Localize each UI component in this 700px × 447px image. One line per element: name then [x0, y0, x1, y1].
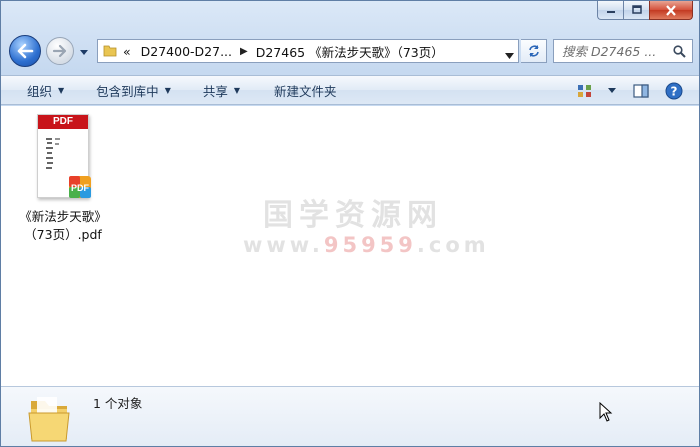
minimize-icon [606, 11, 615, 13]
svg-text:PDF: PDF [71, 183, 90, 193]
file-item[interactable]: PDF PDF 《新法步天歌》 （73页）.pdf [15, 114, 111, 244]
chevron-down-icon [505, 53, 514, 59]
change-view-button[interactable] [577, 84, 617, 98]
refresh-button[interactable] [521, 39, 547, 63]
pdf-label: PDF [38, 115, 88, 129]
share-label: 共享 [202, 83, 228, 99]
close-button[interactable] [649, 1, 693, 20]
chevron-down-icon: ▼ [164, 85, 171, 95]
address-overflow-chevron[interactable]: « [123, 44, 131, 59]
new-folder-label: 新建文件夹 [274, 83, 337, 99]
maximize-icon [631, 5, 642, 14]
folder-icon [28, 397, 70, 442]
chevron-down-icon: ▼ [233, 85, 241, 95]
watermark-url: www.95959.com [243, 233, 490, 257]
forward-arrow-icon [52, 44, 67, 58]
details-pane: 1 个对象 [1, 386, 699, 446]
maximize-button[interactable] [623, 1, 649, 20]
breadcrumb-separator-icon[interactable]: ▶ [240, 46, 248, 57]
view-controls: ? [569, 76, 691, 106]
search-input[interactable] [562, 43, 674, 59]
include-in-library-button[interactable]: 包含到库中 ▼ [86, 75, 181, 105]
file-name[interactable]: 《新法步天歌》 （73页）.pdf [15, 208, 111, 244]
address-dropdown-button[interactable] [505, 48, 514, 63]
file-name-line-2: （73页）.pdf [24, 227, 102, 242]
breadcrumb-parent[interactable]: D27400-D27... [141, 44, 232, 59]
close-icon [666, 4, 676, 16]
help-icon: ? [665, 82, 683, 100]
back-arrow-icon [17, 43, 34, 59]
chevron-down-icon: ▼ [58, 85, 65, 95]
caption-buttons [597, 1, 693, 21]
recent-pages-dropdown[interactable] [79, 46, 89, 60]
share-button[interactable]: 共享 ▼ [193, 75, 250, 105]
item-count: 1 个对象 [93, 396, 143, 411]
organize-menu-button[interactable]: 组织 ▼ [17, 75, 74, 105]
include-in-library-label: 包含到库中 [96, 83, 159, 99]
forward-button[interactable] [46, 37, 74, 65]
mouse-cursor-icon [599, 402, 613, 422]
address-bar[interactable]: « D27400-D27... ▶ D27465 《新法步天歌》（73页） [97, 39, 519, 63]
file-name-line-1: 《新法步天歌》 [19, 209, 107, 224]
command-bar: 组织 ▼ 包含到库中 ▼ 共享 ▼ 新建文件夹 ? [1, 75, 699, 106]
back-button[interactable] [9, 35, 41, 67]
view-grid-icon [578, 85, 591, 97]
search-icon[interactable] [673, 45, 686, 61]
document-text-preview-icon [46, 138, 60, 169]
chevron-down-icon [80, 50, 88, 55]
preview-pane-icon [633, 84, 649, 98]
watermark: 国学资源网 www.95959.com [243, 198, 490, 258]
pdf-app-icon: PDF [69, 176, 91, 198]
search-box[interactable] [553, 39, 693, 63]
help-button[interactable]: ? [665, 82, 683, 100]
folder-icon [103, 43, 117, 60]
navigation-row: « D27400-D27... ▶ D27465 《新法步天歌》（73页） [1, 31, 699, 71]
refresh-icon [528, 45, 539, 57]
pdf-thumbnail: PDF PDF [37, 114, 91, 198]
new-folder-button[interactable]: 新建文件夹 [264, 75, 347, 105]
svg-text:?: ? [671, 85, 678, 99]
preview-pane-button[interactable] [633, 84, 649, 98]
breadcrumb-current[interactable]: D27465 《新法步天歌》（73页） [256, 42, 444, 61]
watermark-title: 国学资源网 [263, 198, 443, 233]
minimize-button[interactable] [597, 1, 623, 20]
organize-label: 组织 [27, 83, 53, 99]
explorer-window: « D27400-D27... ▶ D27465 《新法步天歌》（73页） 搜索… [0, 0, 700, 447]
chevron-down-icon[interactable] [607, 87, 617, 95]
